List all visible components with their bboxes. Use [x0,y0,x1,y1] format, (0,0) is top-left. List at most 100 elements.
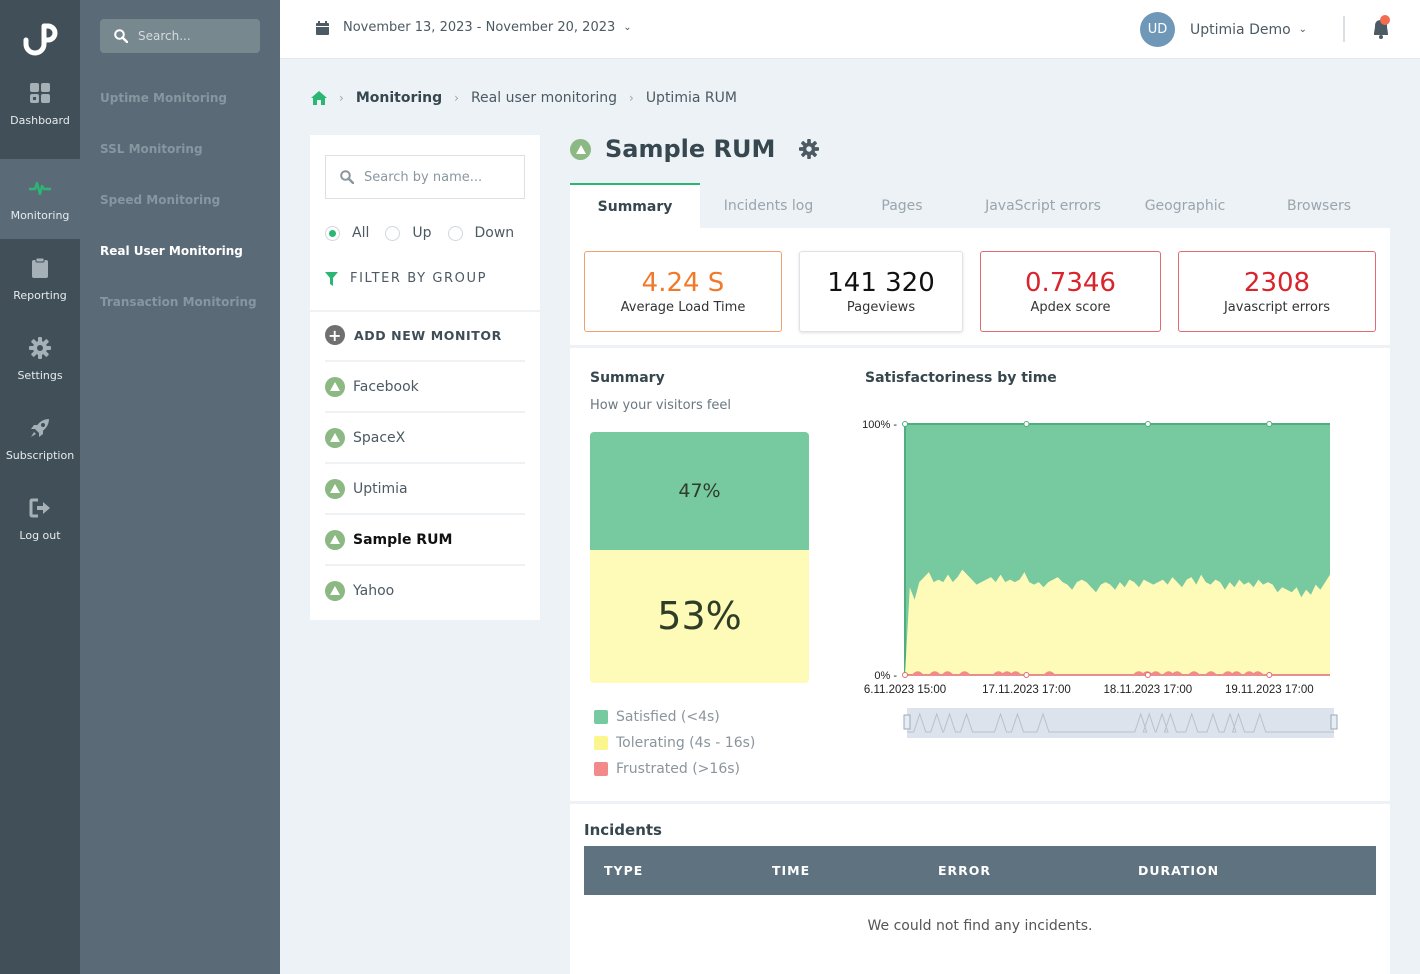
column-header-time[interactable]: TIME [772,863,810,878]
filter-icon [325,271,338,286]
tab-incidents-log[interactable]: Incidents log [700,183,837,228]
user-menu[interactable]: UD Uptimia Demo ⌄ [1140,12,1307,47]
rail-item-label: Log out [19,528,61,542]
rail-item-dashboard[interactable]: Dashboard [0,64,80,144]
user-name: Uptimia Demo [1190,21,1291,38]
monitor-name: Facebook [353,378,419,395]
navigator-handle[interactable] [903,714,911,730]
stat-value: 4.24 S [641,268,725,298]
monitor-list-item[interactable]: Facebook [325,360,525,411]
radio-all-label[interactable]: All [352,225,369,241]
gear-icon [29,336,51,359]
radio-down-label[interactable]: Down [475,225,515,241]
monitor-name: Sample RUM [353,531,453,548]
breadcrumb-monitoring[interactable]: Monitoring [356,90,442,106]
rail-item-label: Settings [17,368,63,382]
satisfaction-summary-bar: 47% 53% [590,432,809,683]
rail-item-monitoring[interactable]: Monitoring [0,159,80,239]
x-tick-label: 6.11.2023 15:00 [864,684,946,696]
rail-item-subscription[interactable]: Subscription [0,399,80,479]
stat-apdex-score: 0.7346 Apdex score [980,251,1161,332]
logout-icon [29,497,51,519]
rail-item-reporting[interactable]: Reporting [0,239,80,319]
tab-javascript-errors[interactable]: JavaScript errors [967,183,1119,228]
rail-item-label: Dashboard [10,113,70,127]
stat-label: Apdex score [1030,300,1111,315]
chevron-right-icon: › [454,91,459,105]
rail-item-logout[interactable]: Log out [0,479,80,559]
status-up-icon [325,529,345,550]
monitor-list-item[interactable]: Yahoo [325,564,525,615]
column-header-duration[interactable]: DURATION [1138,863,1219,878]
subnav-item-ssl-monitoring[interactable]: SSL Monitoring [100,142,203,156]
home-icon[interactable] [311,91,327,105]
column-header-type[interactable]: TYPE [604,863,643,878]
chevron-down-icon: ⌄ [1298,24,1308,35]
monitor-list-item[interactable]: Uptimia [325,462,525,513]
subnav-item-transaction-monitoring[interactable]: Transaction Monitoring [100,295,257,309]
radio-up[interactable] [385,225,401,241]
monitor-name: SpaceX [353,429,406,446]
uptimia-logo[interactable] [18,18,60,58]
column-header-error[interactable]: ERROR [938,863,991,878]
date-range-picker[interactable]: November 13, 2023 - November 20, 2023 ⌄ [316,20,632,35]
legend-label: Frustrated (>16s) [616,761,740,777]
incidents-table-header: TYPE TIME ERROR DURATION [584,846,1376,895]
search-icon [340,170,354,184]
subnav-item-uptime-monitoring[interactable]: Uptime Monitoring [100,91,227,105]
stat-average-load-time: 4.24 S Average Load Time [584,251,782,332]
subnav-item-speed-monitoring[interactable]: Speed Monitoring [100,193,220,207]
tab-bar: Summary Incidents log Pages JavaScript e… [570,183,1390,228]
legend-item-satisfied[interactable]: Satisfied (<4s) [594,704,755,730]
subnav-search-input[interactable]: Search... [100,19,260,53]
chart-title: Satisfactoriness by time [865,370,1057,386]
x-tick-label: 18.11.2023 17:00 [1104,684,1193,696]
add-new-monitor-button[interactable]: + ADD NEW MONITOR [325,325,502,345]
tab-browsers[interactable]: Browsers [1251,183,1387,228]
subnav-search-placeholder: Search... [138,29,191,43]
monitor-header: Sample RUM [570,135,820,163]
incidents-title: Incidents [584,821,662,839]
status-up-icon [570,138,591,160]
search-icon [114,29,128,43]
satisfactoriness-chart: 100% - 0% - 6.11.2023 15:00 17.11.2023 17:0… [862,419,1338,738]
rail-item-settings[interactable]: Settings [0,319,80,399]
navigator-handle[interactable] [1330,714,1338,730]
dashboard-icon [29,82,51,104]
tolerating-percent: 53% [657,594,742,639]
legend-item-tolerating[interactable]: Tolerating (4s - 16s) [594,730,755,756]
sub-navigation: Search... Uptime Monitoring SSL Monitori… [80,0,280,974]
summary-title: Summary [590,370,665,386]
monitor-search-input[interactable]: Search by name... [325,155,525,199]
subnav-item-real-user-monitoring[interactable]: Real User Monitoring [100,244,243,258]
breadcrumb-current: Uptimia RUM [645,90,737,106]
bell-icon[interactable] [1370,14,1392,40]
tab-summary[interactable]: Summary [570,183,700,228]
satisfied-percent: 47% [678,479,721,502]
stat-value: 141 320 [827,268,935,298]
chevron-right-icon: › [629,91,634,105]
radio-all[interactable] [325,225,340,241]
legend-swatch [594,736,608,750]
stat-value: 0.7346 [1025,268,1116,298]
monitor-list-item-active[interactable]: Sample RUM [325,513,525,564]
radio-down[interactable] [447,225,463,241]
radio-up-label[interactable]: Up [412,225,431,241]
page-title: Sample RUM [605,135,776,163]
summary-subtitle: How your visitors feel [590,398,732,413]
bottom-marker [1266,672,1273,678]
tab-geographic[interactable]: Geographic [1119,183,1251,228]
stat-pageviews: 141 320 Pageviews [799,251,963,332]
divider [570,801,1390,804]
gear-icon[interactable] [799,139,820,159]
breadcrumb-real-user-monitoring[interactable]: Real user monitoring [471,90,617,106]
clipboard-icon [29,257,51,279]
legend-swatch [594,762,608,776]
legend-item-frustrated[interactable]: Frustrated (>16s) [594,756,755,782]
monitor-list-item[interactable]: SpaceX [325,411,525,462]
filter-by-group-button[interactable]: FILTER BY GROUP [325,271,487,286]
y-tick-label: 0% - [874,670,897,682]
tab-pages[interactable]: Pages [837,183,967,228]
stat-label: Pageviews [846,300,916,315]
breadcrumb: › Monitoring › Real user monitoring › Up… [311,90,737,106]
